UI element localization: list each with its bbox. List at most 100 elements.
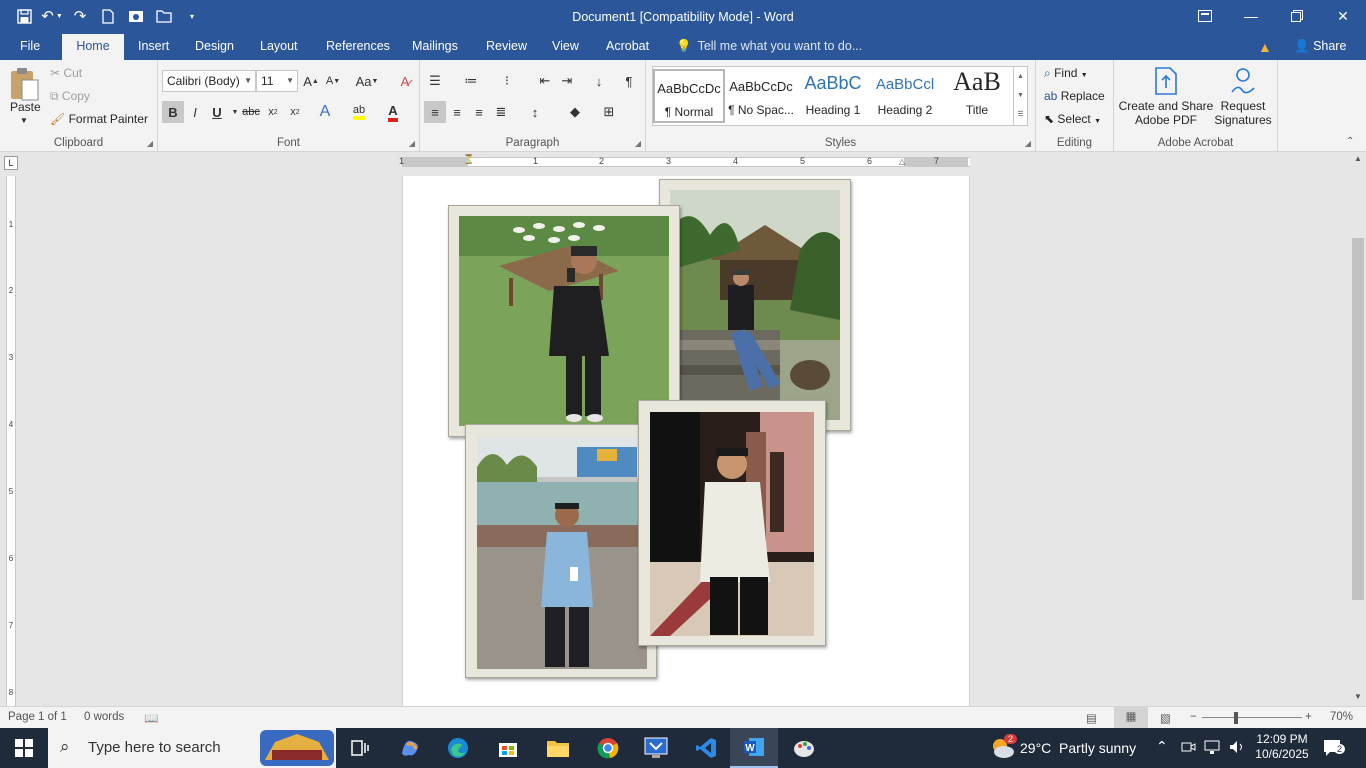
ribbon-display-options-icon[interactable] <box>1182 0 1228 32</box>
paste-dropdown-icon[interactable]: ▼ <box>20 116 28 125</box>
styles-scroll[interactable]: ▲ ▼ ☰ <box>1013 67 1027 125</box>
network-icon[interactable] <box>1203 739 1221 768</box>
font-color-icon[interactable]: A <box>382 101 404 123</box>
font-name-combo[interactable]: Calibri (Body) ▼ <box>162 70 256 92</box>
framed-photo[interactable] <box>659 179 851 431</box>
find-button[interactable]: ⌕ Find ▼ <box>1044 66 1088 81</box>
create-share-pdf-button[interactable]: Create and Share Adobe PDF <box>1118 66 1214 127</box>
paste-button[interactable]: Paste <box>10 100 41 114</box>
increase-indent-icon[interactable]: ⇥ <box>556 70 578 92</box>
volume-icon[interactable] <box>1228 739 1246 768</box>
shading-icon[interactable]: ◆ <box>564 101 586 123</box>
change-case-icon[interactable]: Aa ▼ <box>352 70 382 92</box>
show-hidden-icons[interactable]: ⌃ <box>1156 738 1168 768</box>
tab-review[interactable]: Review <box>478 34 535 60</box>
align-center-icon[interactable]: ≡ <box>446 101 468 123</box>
align-right-icon[interactable]: ≡ <box>468 101 490 123</box>
tab-design[interactable]: Design <box>187 34 242 60</box>
shrink-font-icon[interactable]: A ▼ <box>322 70 344 92</box>
right-indent-icon[interactable]: △ <box>899 157 905 166</box>
paragraph-launcher-icon[interactable]: ◢ <box>635 139 641 148</box>
vertical-scrollbar[interactable]: ▲ ▼ <box>1350 152 1366 706</box>
tab-insert[interactable]: Insert <box>130 34 177 60</box>
strikethrough-icon[interactable]: abc <box>240 101 262 123</box>
page-count[interactable]: Page 1 of 1 <box>8 711 67 723</box>
chevron-up-icon[interactable]: ▲ <box>1014 67 1027 86</box>
scroll-down-icon[interactable]: ▼ <box>1350 692 1366 701</box>
document-page[interactable] <box>402 176 970 706</box>
tab-references[interactable]: References <box>318 34 398 60</box>
tab-view[interactable]: View <box>544 34 587 60</box>
font-size-combo[interactable]: 11 ▼ <box>256 70 298 92</box>
print-layout-icon[interactable]: ▦ <box>1114 707 1148 728</box>
notifications-icon[interactable]: 2 <box>1322 738 1346 768</box>
tab-home[interactable]: Home <box>62 34 124 60</box>
more-styles-icon[interactable]: ☰ <box>1014 105 1027 124</box>
sort-icon[interactable]: ↓ <box>588 70 610 92</box>
share-button[interactable]: 👤 Share <box>1288 34 1352 60</box>
tab-mailings[interactable]: Mailings <box>404 34 466 60</box>
font-launcher-icon[interactable]: ◢ <box>409 139 415 148</box>
multilevel-list-icon[interactable]: ⁝ <box>496 70 518 92</box>
borders-icon[interactable]: ⊞ <box>598 101 620 123</box>
numbering-icon[interactable]: ≔ <box>460 70 482 92</box>
taskbar-search[interactable]: ⌕ Type here to search <box>48 728 336 768</box>
clock[interactable]: 12:09 PM 10/6/2025 <box>1252 732 1312 768</box>
clipboard-launcher-icon[interactable]: ◢ <box>147 139 153 148</box>
grow-font-icon[interactable]: A ▲ <box>300 70 322 92</box>
vertical-ruler[interactable]: 1 2 3 4 5 6 7 8 <box>6 176 16 706</box>
italic-icon[interactable]: I <box>184 101 206 123</box>
scrollbar-thumb[interactable] <box>1352 238 1364 600</box>
framed-photo[interactable] <box>465 424 657 678</box>
style-title[interactable]: AaB Title <box>941 67 1013 123</box>
select-button[interactable]: ⬉ Select ▼ <box>1044 112 1101 126</box>
zoom-out-icon[interactable]: − <box>1190 711 1197 723</box>
read-mode-icon[interactable]: ▤ <box>1086 711 1097 725</box>
style-no-spacing[interactable]: AaBbCcDc ¶ No Spac... <box>725 69 797 123</box>
text-effects-icon[interactable]: A <box>314 101 336 123</box>
vscode-icon[interactable] <box>682 728 730 768</box>
chevron-down-icon[interactable]: ▼ <box>1014 86 1027 105</box>
tab-layout[interactable]: Layout <box>252 34 306 60</box>
edge-icon[interactable] <box>434 728 482 768</box>
word-icon[interactable]: W <box>730 728 778 768</box>
copilot-icon[interactable] <box>386 728 434 768</box>
minimize-icon[interactable]: — <box>1228 0 1274 32</box>
chrome-icon[interactable] <box>584 728 632 768</box>
zoom-slider-thumb[interactable] <box>1234 712 1238 724</box>
zoom-in-icon[interactable]: + <box>1305 711 1312 723</box>
align-left-icon[interactable]: ≡ <box>424 101 446 123</box>
line-spacing-icon[interactable]: ↕ <box>524 101 546 123</box>
style-heading-2[interactable]: AaBbCcl Heading 2 <box>869 69 941 123</box>
cut-button[interactable]: ✂ Cut <box>50 66 82 80</box>
replace-button[interactable]: ab Replace <box>1044 89 1105 103</box>
tell-me-box[interactable]: 💡 Tell me what you want to do... <box>676 34 862 60</box>
highlight-icon[interactable]: ab <box>348 101 370 123</box>
file-explorer-icon[interactable] <box>534 728 582 768</box>
zoom-slider[interactable] <box>1202 717 1302 718</box>
windows-start-icon[interactable] <box>0 728 48 768</box>
subscript-icon[interactable]: x2 <box>262 101 284 123</box>
meet-now-icon[interactable] <box>1180 739 1196 768</box>
weather-widget[interactable]: 2 29°C Partly sunny <box>986 728 1146 768</box>
remote-desktop-icon[interactable] <box>632 728 680 768</box>
request-signatures-button[interactable]: Request Signatures <box>1214 66 1272 127</box>
microsoft-store-icon[interactable] <box>484 728 532 768</box>
bullets-icon[interactable]: ☰ <box>424 70 446 92</box>
task-view-icon[interactable] <box>336 728 384 768</box>
indent-marker-icon[interactable]: ⏳ <box>463 154 474 165</box>
restore-icon[interactable] <box>1274 0 1320 32</box>
tab-selector-icon[interactable]: L <box>4 156 18 170</box>
tab-acrobat[interactable]: Acrobat <box>598 34 657 60</box>
word-count[interactable]: 0 words <box>84 711 124 723</box>
web-layout-icon[interactable]: ▧ <box>1160 711 1171 725</box>
paint-icon[interactable] <box>780 728 828 768</box>
scroll-up-icon[interactable]: ▲ <box>1350 154 1366 163</box>
warning-icon[interactable]: ▲ <box>1258 39 1272 55</box>
superscript-icon[interactable]: x2 <box>284 101 306 123</box>
copy-button[interactable]: ⧉ Copy <box>50 89 90 104</box>
decrease-indent-icon[interactable]: ⇤ <box>534 70 556 92</box>
tab-file[interactable]: File <box>12 34 48 60</box>
collapse-ribbon-icon[interactable]: ⌃ <box>1346 136 1354 147</box>
justify-icon[interactable]: ≣ <box>490 101 512 123</box>
